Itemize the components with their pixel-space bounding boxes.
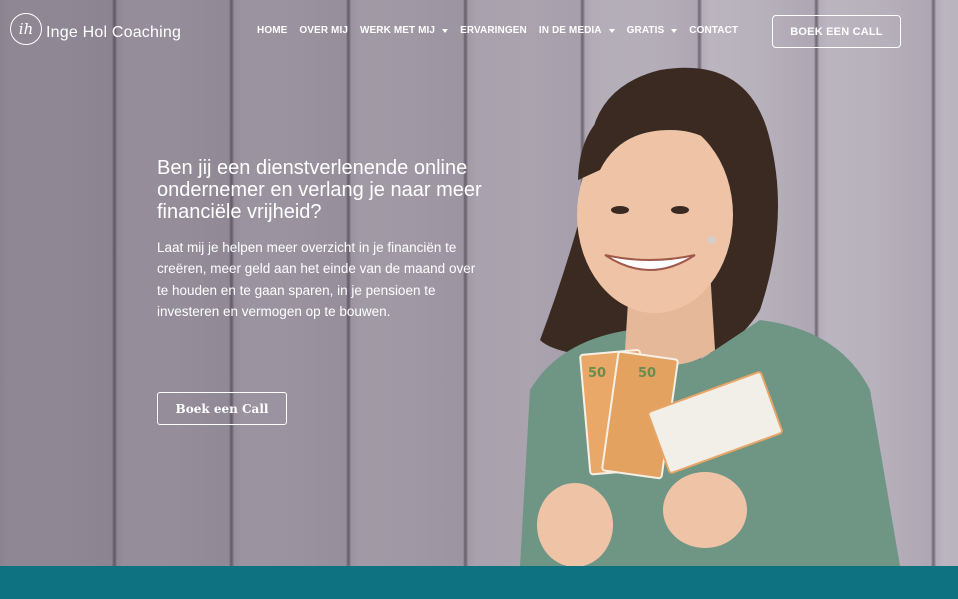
nav-item-label: ERVARINGEN	[460, 25, 527, 36]
nav-item-label: OVER MIJ	[299, 25, 348, 36]
hero-photo-person: 50 50	[520, 67, 900, 566]
nav-item-label: WERK MET MIJ	[360, 25, 436, 36]
nav-item-home[interactable]: HOME	[257, 25, 287, 36]
bottom-color-band	[0, 566, 958, 599]
nav-item-gratis[interactable]: GRATIS	[627, 25, 678, 36]
nav-item-in-de-media[interactable]: IN DE MEDIA	[539, 25, 615, 36]
main-nav: HOME OVER MIJ WERK MET MIJ ERVARINGEN IN…	[257, 25, 738, 36]
book-call-header-button[interactable]: Boek een Call	[772, 15, 901, 48]
nav-item-ervaringen[interactable]: ERVARINGEN	[460, 25, 527, 36]
hero-body-text: Laat mij je helpen meer overzicht in je …	[157, 240, 476, 320]
logo-text: Inge Hol Coaching	[46, 24, 182, 41]
nav-item-label: HOME	[257, 25, 288, 36]
hero-content: Ben jij een dienstverlenende online onde…	[157, 157, 487, 323]
chevron-down-icon	[671, 28, 678, 33]
svg-text:50: 50	[588, 366, 606, 381]
nav-item-label: CONTACT	[689, 25, 739, 36]
hero-headline: Ben jij een dienstverlenende online onde…	[157, 157, 482, 223]
nav-item-label: GRATIS	[626, 25, 665, 36]
svg-text:50: 50	[638, 366, 656, 381]
logo-mark-icon: ih	[10, 13, 42, 45]
nav-item-contact[interactable]: CONTACT	[689, 25, 738, 36]
site-logo[interactable]: ih Inge Hol Coaching	[10, 13, 181, 45]
book-call-hero-label: Boek een Call	[175, 401, 269, 416]
chevron-down-icon	[608, 28, 615, 33]
nav-item-werk-met-mij[interactable]: WERK MET MIJ	[360, 25, 449, 36]
book-call-header-label: Boek een Call	[790, 25, 883, 38]
nav-item-label: IN DE MEDIA	[538, 25, 602, 36]
site-header: ih Inge Hol Coaching HOME OVER MIJ WERK …	[0, 0, 958, 62]
book-call-hero-button[interactable]: Boek een Call	[157, 392, 287, 425]
nav-item-over-mij[interactable]: OVER MIJ	[299, 25, 348, 36]
chevron-down-icon	[442, 28, 449, 33]
